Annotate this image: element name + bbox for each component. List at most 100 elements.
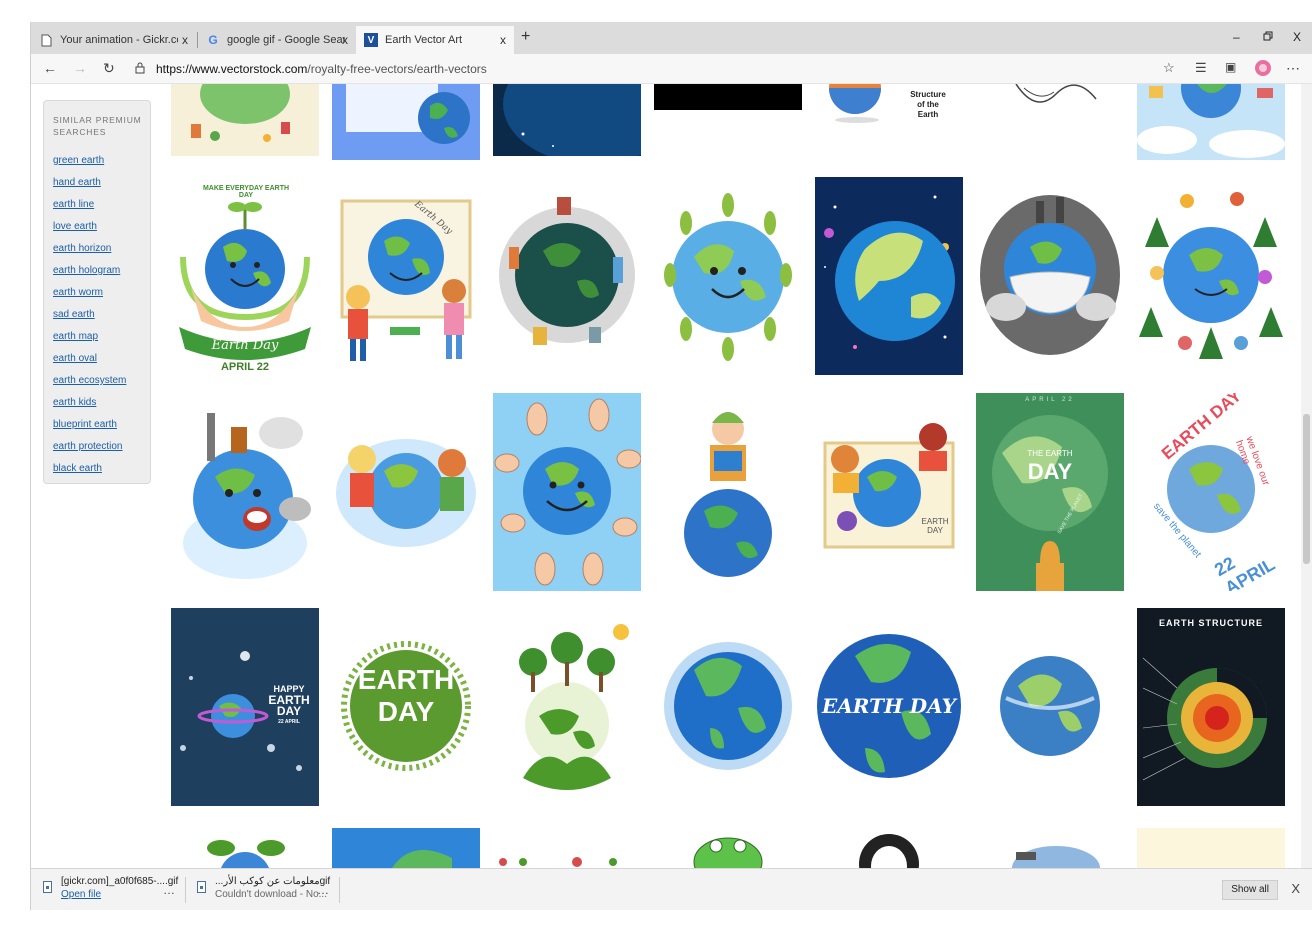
divider [339, 877, 340, 903]
image-tile[interactable] [815, 177, 963, 375]
show-all-button[interactable]: Show all [1222, 880, 1278, 900]
page-content: SIMILAR PREMIUM SEARCHES green earth han… [31, 84, 1312, 868]
navigation-bar: ← → ↻ https://www.vectorstock.com/royalt… [31, 54, 1312, 84]
tile-text: EARTH [357, 664, 455, 695]
tab-google[interactable]: G google gif - Google Search x [198, 26, 356, 54]
search-link[interactable]: earth oval [53, 353, 97, 364]
download-options-button[interactable]: … [317, 883, 329, 897]
new-tab-button[interactable]: + [521, 28, 530, 46]
image-tile[interactable] [976, 608, 1124, 806]
refresh-icon[interactable]: ↻ [103, 60, 115, 77]
image-tile[interactable] [493, 608, 641, 806]
search-link[interactable]: black earth [53, 463, 102, 474]
image-tile[interactable] [654, 608, 802, 806]
image-tile[interactable]: Earth Day [332, 177, 480, 375]
image-tile[interactable]: APRIL 22 THE EARTH DAY SAVE THE PLANET [976, 393, 1124, 591]
address-bar[interactable]: https://www.vectorstock.com/royalty-free… [156, 62, 487, 76]
page-icon [39, 33, 53, 47]
file-icon [43, 881, 52, 893]
image-tile[interactable] [493, 84, 641, 156]
image-tile[interactable]: EARTH DAY [332, 608, 480, 806]
tab-close-icon[interactable]: x [500, 33, 506, 47]
more-menu-icon[interactable]: ⋯ [1286, 60, 1300, 77]
close-downloads-icon[interactable]: X [1291, 881, 1300, 896]
favorite-star-icon[interactable]: ☆ [1163, 60, 1175, 76]
tile-text: DAY [377, 696, 435, 727]
image-tile[interactable]: EARTH DAY [815, 608, 963, 806]
restore-button[interactable] [1263, 30, 1273, 44]
image-tile[interactable] [493, 393, 641, 591]
tab-label: Earth Vector Art [385, 34, 463, 46]
tile-text: 22 APRIL [278, 719, 300, 725]
image-tile[interactable] [493, 177, 641, 375]
search-link[interactable]: earth line [53, 199, 94, 210]
download-item[interactable]: ...معلومات عن كوكب الأرgif Couldn't down… [215, 876, 330, 900]
divider [185, 877, 186, 903]
url-path: /royalty-free-vectors/earth-vectors [307, 62, 487, 76]
profile-avatar-icon[interactable] [1254, 59, 1272, 80]
tab-close-icon[interactable]: x [182, 33, 188, 47]
tab-earth-vector[interactable]: V Earth Vector Art x [356, 26, 514, 54]
open-file-link[interactable]: Open file [61, 889, 178, 900]
download-options-button[interactable]: … [163, 883, 175, 897]
image-tile[interactable] [171, 84, 319, 156]
search-link[interactable]: earth horizon [53, 243, 111, 254]
tile-text: Earth Day [211, 338, 279, 353]
close-window-button[interactable]: X [1293, 30, 1301, 44]
tile-text: Earth [917, 110, 939, 119]
image-tile[interactable] [332, 84, 480, 160]
image-tile[interactable] [1137, 84, 1285, 160]
search-link[interactable]: sad earth [53, 309, 95, 320]
image-tile[interactable] [815, 828, 963, 868]
search-link[interactable]: hand earth [53, 177, 101, 188]
search-link[interactable]: earth hologram [53, 265, 120, 276]
image-tile[interactable]: EARTH DAY [815, 393, 963, 591]
image-tile[interactable] [976, 84, 1124, 160]
tab-close-icon[interactable]: x [342, 33, 348, 47]
page-scrollbar[interactable] [1301, 84, 1312, 868]
search-link[interactable]: love earth [53, 221, 97, 232]
search-link[interactable]: earth worm [53, 287, 103, 298]
favorites-list-icon[interactable]: ☰ [1195, 60, 1207, 76]
image-tile[interactable] [332, 393, 480, 591]
image-tile[interactable] [976, 177, 1124, 375]
image-tile[interactable] [1137, 177, 1285, 375]
url-host: https://www.vectorstock.com [156, 62, 308, 76]
image-tile[interactable]: MAKE EVERYDAY EARTH DAY Earth Day APRIL … [171, 177, 319, 375]
search-link[interactable]: earth protection [53, 441, 123, 452]
search-link[interactable]: blueprint earth [53, 419, 117, 430]
image-tile[interactable] [654, 177, 802, 375]
image-tile[interactable] [171, 393, 319, 591]
download-item[interactable]: [gickr.com]_a0f0f685-....gif Open file [61, 876, 178, 900]
minimize-button[interactable]: – [1233, 30, 1240, 44]
tile-text: EARTH DAY [822, 694, 956, 718]
tab-gickr[interactable]: Your animation - Gickr.com - Be x [31, 26, 196, 54]
tile-text: EARTH [921, 517, 949, 526]
image-tile[interactable]: Structure of the Earth [815, 84, 963, 160]
forward-arrow-icon[interactable]: → [73, 60, 87, 76]
collections-icon[interactable]: ▣ [1225, 60, 1236, 74]
image-tile[interactable] [332, 828, 480, 868]
image-tile[interactable] [171, 828, 319, 868]
image-tile[interactable] [654, 393, 802, 591]
tab-label: google gif - Google Search [227, 34, 345, 46]
search-link[interactable]: green earth [53, 155, 104, 166]
search-link[interactable]: earth ecosystem [53, 375, 126, 386]
image-tile[interactable] [1137, 828, 1285, 868]
image-tile[interactable]: HAPPY EARTH DAY 22 APRIL [171, 608, 319, 806]
back-arrow-icon[interactable]: ← [43, 60, 57, 76]
scrollbar-thumb[interactable] [1303, 414, 1310, 564]
image-tile[interactable]: EARTH DAY we love our home save the plan… [1137, 393, 1285, 591]
tile-text: APRIL 22 [220, 361, 270, 373]
download-filename: ...معلومات عن كوكب الأرgif [215, 876, 331, 887]
search-link[interactable]: earth kids [53, 397, 96, 408]
image-tile[interactable] [493, 828, 641, 868]
restore-icon [1263, 31, 1273, 41]
image-tile[interactable] [976, 828, 1124, 868]
search-link[interactable]: earth map [53, 331, 98, 342]
tile-text: APRIL 22 [1025, 397, 1075, 403]
image-tile[interactable]: EARTH STRUCTURE [1137, 608, 1285, 806]
image-tile[interactable] [654, 828, 802, 868]
lock-icon [135, 62, 145, 77]
image-tile[interactable] [654, 84, 802, 160]
